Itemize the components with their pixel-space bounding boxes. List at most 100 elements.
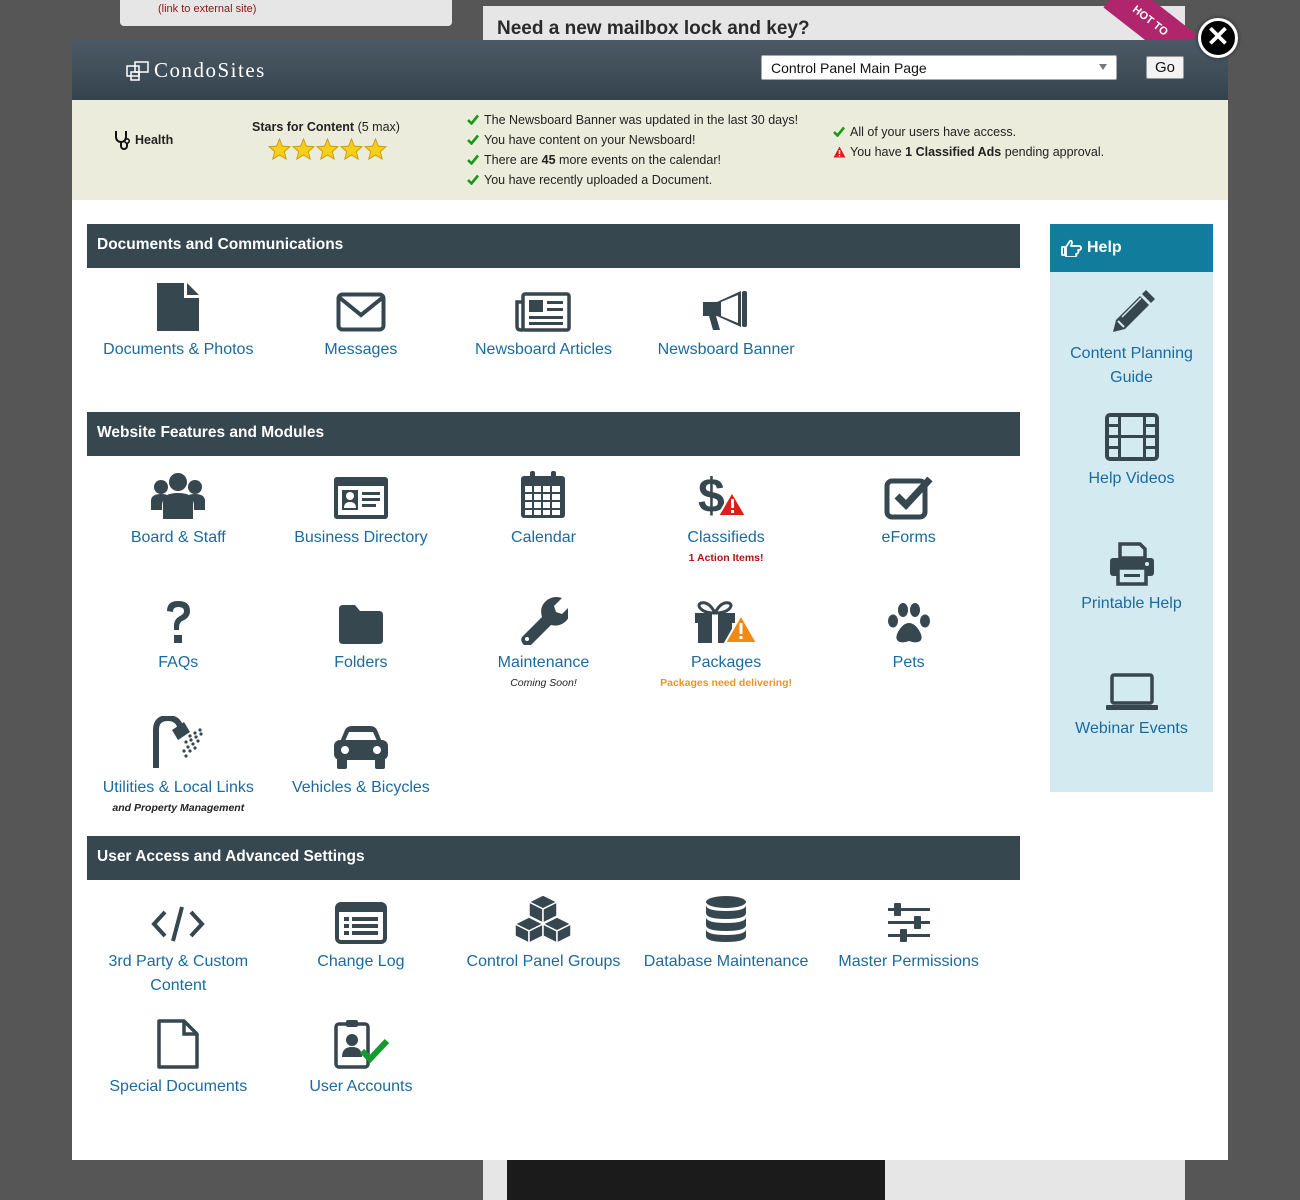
- tile-documents-photos[interactable]: Documents & Photos: [87, 268, 270, 393]
- tile-label[interactable]: Utilities & Local Links: [87, 776, 270, 800]
- blank-document-icon: [87, 1005, 270, 1075]
- tile-label[interactable]: Messages: [270, 338, 453, 362]
- tile-label[interactable]: User Accounts: [270, 1075, 453, 1099]
- help-item-webinar-events[interactable]: Webinar Events: [1050, 647, 1213, 772]
- tile-label[interactable]: Control Panel Groups: [452, 950, 635, 974]
- tile-note: Packages need delivering!: [660, 677, 793, 689]
- tile-faqs[interactable]: FAQs: [87, 581, 270, 706]
- tile-label[interactable]: Vehicles & Bicycles: [270, 776, 453, 800]
- tile-calendar[interactable]: Calendar: [452, 456, 635, 581]
- tile-vehicles-bicycles[interactable]: Vehicles & Bicycles: [270, 706, 453, 831]
- tile-control-panel-groups[interactable]: Control Panel Groups: [452, 880, 635, 1005]
- tile-newsboard-banner[interactable]: Newsboard Banner: [635, 268, 818, 393]
- tile-master-permissions[interactable]: Master Permissions: [817, 880, 1000, 1005]
- code-icon: [87, 880, 270, 950]
- help-item-help-videos[interactable]: Help Videos: [1050, 397, 1213, 522]
- hand-pointer-icon: [1061, 239, 1082, 257]
- user-badge-check-icon: [270, 1005, 453, 1075]
- tile-board-staff[interactable]: Board & Staff: [87, 456, 270, 581]
- tile-label[interactable]: Packages: [635, 651, 818, 675]
- tile-label[interactable]: Database Maintenance: [635, 950, 818, 974]
- tile-database-maintenance[interactable]: Database Maintenance: [635, 880, 818, 1005]
- health-label: Health: [113, 130, 173, 150]
- health-check-item: There are 45 more events on the calendar…: [467, 150, 798, 170]
- health-check-item: All of your users have access.: [833, 122, 1104, 142]
- checkmark-icon: [467, 133, 484, 148]
- printer-icon: [1050, 522, 1213, 592]
- help-item-label[interactable]: Webinar Events: [1050, 717, 1213, 741]
- health-check-text: You have content on your Newsboard!: [484, 133, 696, 147]
- calendar-icon: [452, 456, 635, 526]
- tile-change-log[interactable]: Change Log: [270, 880, 453, 1005]
- health-bar: Health Stars for Content (5 max) The New…: [72, 100, 1228, 200]
- close-button[interactable]: ✕: [1198, 18, 1238, 58]
- help-title: Help: [1087, 239, 1122, 256]
- tile-label[interactable]: Documents & Photos: [87, 338, 270, 362]
- tile-label[interactable]: Calendar: [452, 526, 635, 550]
- car-icon: [270, 706, 453, 776]
- question-icon: [87, 581, 270, 651]
- tile-label[interactable]: eForms: [817, 526, 1000, 550]
- health-check-text: You have 1 Classified Ads pending approv…: [850, 145, 1105, 159]
- section-header: Documents and Communications: [87, 224, 1020, 268]
- tile-eforms[interactable]: eForms: [817, 456, 1000, 581]
- page-select-value: Control Panel Main Page: [771, 60, 927, 76]
- star-icon: [315, 137, 340, 163]
- logo[interactable]: CondoSites: [126, 58, 266, 83]
- tile-maintenance[interactable]: Maintenance Coming Soon!: [452, 581, 635, 706]
- stars-title: Stars for Content (5 max): [252, 120, 400, 134]
- help-item-label[interactable]: Printable Help: [1050, 592, 1213, 616]
- tile-label[interactable]: Special Documents: [87, 1075, 270, 1099]
- tile-label[interactable]: FAQs: [87, 651, 270, 675]
- folder-icon: [270, 581, 453, 651]
- tile-messages[interactable]: Messages: [270, 268, 453, 393]
- condosites-logo-icon: [126, 60, 149, 81]
- tile-label[interactable]: Change Log: [270, 950, 453, 974]
- star-icon: [363, 137, 388, 163]
- help-panel: Help Content Planning Guide Help Videos Pr…: [1050, 224, 1213, 792]
- tile-special-documents[interactable]: Special Documents: [87, 1005, 270, 1130]
- id-card-icon: [270, 456, 453, 526]
- gift-warning-icon: [635, 581, 818, 651]
- tile-label[interactable]: Business Directory: [270, 526, 453, 550]
- external-link[interactable]: (link to external site): [158, 3, 256, 15]
- tile-label[interactable]: Classifieds: [635, 526, 818, 550]
- health-check-text: The Newsboard Banner was updated in the …: [484, 113, 799, 127]
- section-header: Website Features and Modules: [87, 412, 1020, 456]
- tile-label[interactable]: Newsboard Banner: [635, 338, 818, 362]
- help-item-content-planning-guide[interactable]: Content Planning Guide: [1050, 272, 1213, 397]
- tile-business-directory[interactable]: Business Directory: [270, 456, 453, 581]
- tile-note: and Property Management: [112, 802, 245, 814]
- tile-3rd-party-custom-content[interactable]: 3rd Party & Custom Content: [87, 880, 270, 1005]
- tile-note: 1 Action Items!: [688, 552, 764, 564]
- wrench-icon: [452, 581, 635, 651]
- tile-label[interactable]: Maintenance: [452, 651, 635, 675]
- tile-grid: Documents & Photos Messages Newsboard Arti…: [87, 268, 1020, 393]
- megaphone-icon: [635, 268, 818, 338]
- tile-label[interactable]: Board & Staff: [87, 526, 270, 550]
- tile-label[interactable]: Pets: [817, 651, 1000, 675]
- tile-label[interactable]: Folders: [270, 651, 453, 675]
- go-button[interactable]: Go: [1146, 56, 1184, 79]
- tile-pets[interactable]: Pets: [817, 581, 1000, 706]
- health-check-text: You have recently uploaded a Document.: [484, 173, 713, 187]
- tile-label[interactable]: Master Permissions: [817, 950, 1000, 974]
- tile-label[interactable]: Newsboard Articles: [452, 338, 635, 362]
- help-item-label[interactable]: Content Planning Guide: [1050, 342, 1213, 390]
- list-icon: [270, 880, 453, 950]
- stethoscope-icon: [115, 131, 131, 150]
- health-text: Health: [135, 133, 174, 147]
- page-select[interactable]: Control Panel Main Page: [761, 55, 1117, 80]
- help-item-label[interactable]: Help Videos: [1050, 467, 1213, 491]
- tile-user-accounts[interactable]: User Accounts: [270, 1005, 453, 1130]
- star-rating: [267, 137, 388, 163]
- help-item-printable-help[interactable]: Printable Help: [1050, 522, 1213, 647]
- tile-newsboard-articles[interactable]: Newsboard Articles: [452, 268, 635, 393]
- tile-packages[interactable]: Packages Packages need delivering!: [635, 581, 818, 706]
- tile-label[interactable]: 3rd Party & Custom Content: [87, 950, 270, 998]
- health-checks-left: The Newsboard Banner was updated in the …: [467, 110, 798, 190]
- tile-utilities-local-links[interactable]: Utilities & Local Links and Property Mana…: [87, 706, 270, 831]
- tile-folders[interactable]: Folders: [270, 581, 453, 706]
- tile-note: Coming Soon!: [510, 677, 577, 689]
- tile-classifieds[interactable]: $ Classifieds 1 Action Items!: [635, 456, 818, 581]
